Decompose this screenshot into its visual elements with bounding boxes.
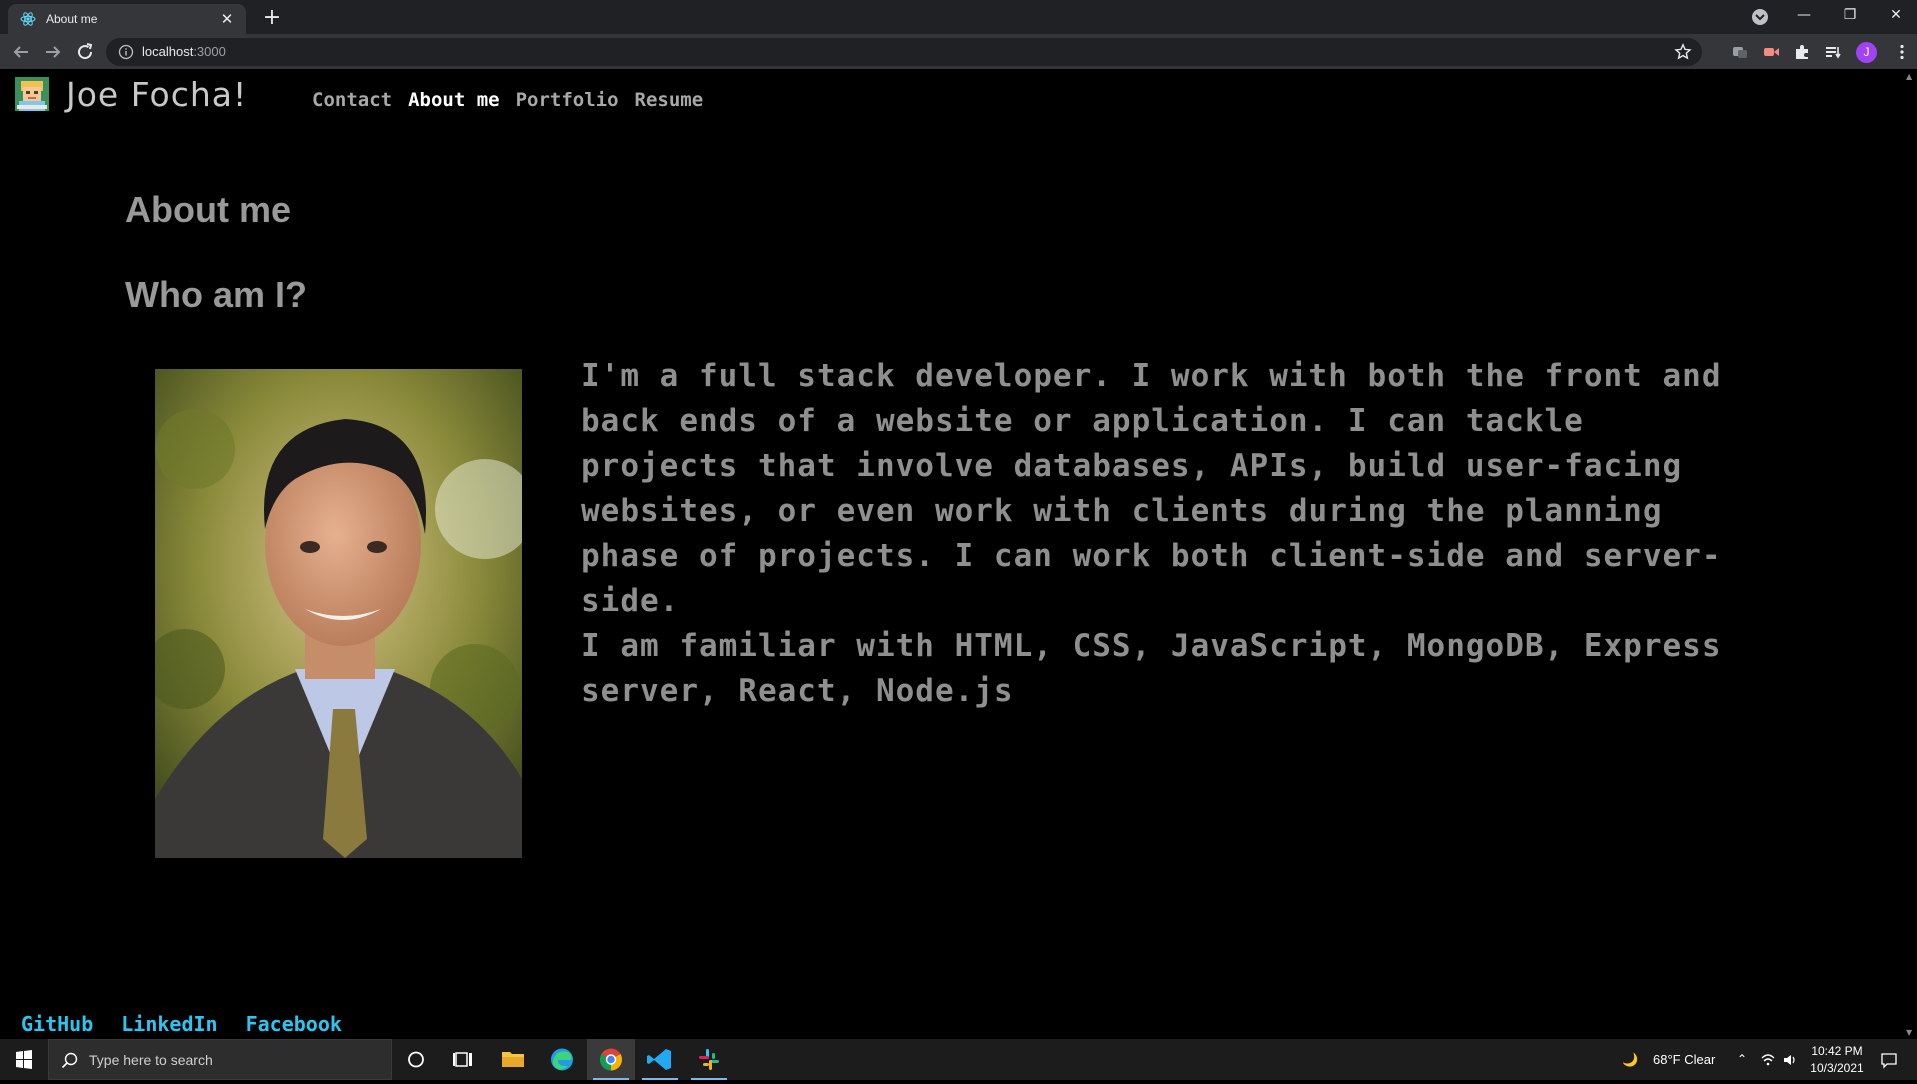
- menu-kebab-icon[interactable]: [1893, 43, 1911, 61]
- vscode-taskbar-item[interactable]: [636, 1039, 684, 1080]
- clock-time: 10:42 PM: [1811, 1044, 1863, 1058]
- reading-list-icon[interactable]: [1824, 43, 1842, 61]
- footer-links: GitHub LinkedIn Facebook: [21, 1012, 342, 1036]
- windows-start-icon[interactable]: [0, 1039, 48, 1080]
- browser-tabstrip: About me ✕ + — ❐ ✕: [0, 0, 1917, 34]
- bio-paragraph-1: I'm a full stack developer. I work with …: [581, 358, 1722, 619]
- browser-tab[interactable]: About me ✕: [8, 4, 246, 34]
- scroll-up-icon[interactable]: ▲: [1906, 73, 1914, 81]
- edge-browser-icon[interactable]: [538, 1039, 586, 1080]
- scroll-down-icon[interactable]: ▼: [1906, 1029, 1914, 1037]
- section-subtitle: Who am I?: [125, 274, 307, 315]
- file-explorer-icon[interactable]: [489, 1039, 537, 1080]
- pixel-avatar-logo: [15, 77, 49, 111]
- extension-video-icon[interactable]: [1762, 43, 1780, 61]
- search-placeholder: Type here to search: [89, 1052, 213, 1068]
- close-window-button[interactable]: ✕: [1873, 0, 1917, 30]
- reload-icon[interactable]: [73, 40, 97, 64]
- back-arrow-icon[interactable]: [9, 40, 33, 64]
- network-icon[interactable]: [1760, 1052, 1776, 1068]
- nav-about-me[interactable]: About me: [408, 89, 500, 111]
- new-tab-button[interactable]: +: [258, 4, 286, 32]
- browser-toolbar: localhost:3000 J: [0, 34, 1917, 70]
- main-nav: Contact About me Portfolio Resume: [312, 89, 703, 111]
- search-icon: [61, 1052, 78, 1069]
- tab-close-icon[interactable]: ✕: [216, 10, 238, 28]
- nav-contact[interactable]: Contact: [312, 89, 392, 111]
- site-info-icon[interactable]: [118, 44, 134, 60]
- weather-moon-icon[interactable]: 🌙: [1622, 1039, 1638, 1080]
- footer-link-github[interactable]: GitHub: [21, 1012, 93, 1036]
- address-bar[interactable]: localhost:3000: [106, 38, 1702, 66]
- tab-search-icon[interactable]: [1749, 6, 1771, 28]
- nav-portfolio[interactable]: Portfolio: [516, 89, 619, 111]
- chrome-icon: [600, 1048, 622, 1071]
- slack-taskbar-item[interactable]: [685, 1039, 733, 1080]
- system-clock[interactable]: 10:42 PM 10/3/2021: [1802, 1043, 1872, 1077]
- bookmark-star-icon[interactable]: [1674, 43, 1692, 61]
- extension-translate-icon[interactable]: [1731, 43, 1749, 61]
- tray-chevron-icon[interactable]: ⌃: [1737, 1039, 1747, 1080]
- site-title[interactable]: Joe Focha!: [66, 75, 247, 114]
- taskbar-search-box[interactable]: Type here to search: [48, 1039, 392, 1080]
- vscode-icon: [647, 1049, 671, 1070]
- clock-date: 10/3/2021: [1810, 1061, 1864, 1075]
- bio-paragraph-2: I am familiar with HTML, CSS, JavaScript…: [581, 628, 1722, 709]
- task-view-icon[interactable]: [440, 1039, 488, 1080]
- footer-link-linkedin[interactable]: LinkedIn: [121, 1012, 217, 1036]
- forward-arrow-icon[interactable]: [41, 40, 65, 64]
- profile-avatar[interactable]: J: [1856, 42, 1877, 63]
- volume-icon[interactable]: [1782, 1052, 1798, 1068]
- react-icon: [20, 12, 36, 26]
- footer-link-facebook[interactable]: Facebook: [246, 1012, 342, 1036]
- chrome-taskbar-item[interactable]: [587, 1039, 635, 1080]
- page-title: About me: [125, 189, 291, 230]
- tab-title: About me: [46, 12, 98, 26]
- url-text: localhost:3000: [142, 44, 226, 59]
- nav-resume[interactable]: Resume: [635, 89, 704, 111]
- minimize-button[interactable]: —: [1781, 0, 1827, 30]
- slack-icon: [699, 1049, 719, 1070]
- page-scrollbar[interactable]: ▲ ▼: [1903, 71, 1917, 1039]
- weather-text[interactable]: 68°F Clear: [1653, 1039, 1715, 1080]
- extensions-puzzle-icon[interactable]: [1793, 43, 1811, 61]
- restore-button[interactable]: ❐: [1827, 0, 1873, 30]
- notification-center-icon[interactable]: [1880, 1051, 1898, 1069]
- cortana-icon[interactable]: [392, 1039, 440, 1080]
- page-content: Joe Focha! Contact About me Portfolio Re…: [0, 71, 1903, 1039]
- profile-photo: [155, 369, 522, 858]
- bio-text: I'm a full stack developer. I work with …: [581, 354, 1741, 714]
- windows-taskbar: Type here to search 🌙 68°F Clear ⌃ 10:42…: [0, 1039, 1917, 1080]
